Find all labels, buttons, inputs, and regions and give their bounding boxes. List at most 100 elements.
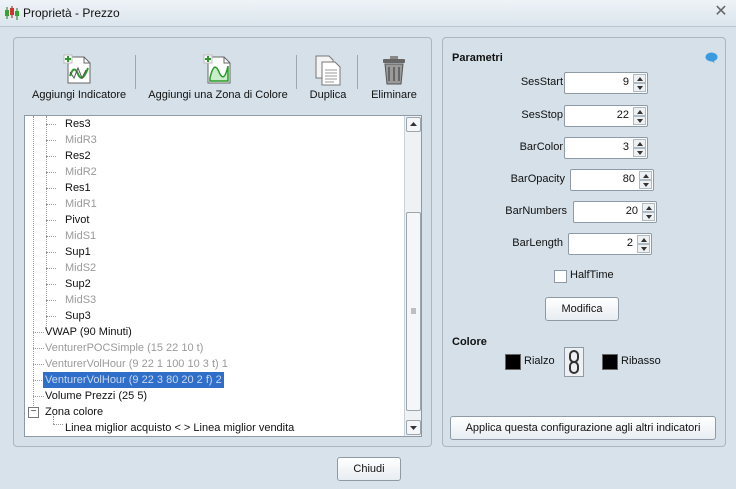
tree-item[interactable]: MidS3 (65, 292, 96, 308)
close-button[interactable]: Chiudi (337, 457, 401, 481)
tree-item[interactable]: Res1 (65, 180, 91, 196)
add-color-zone-icon (203, 54, 231, 84)
tree-connector (46, 124, 56, 125)
window-title: Proprietà - Prezzo (23, 6, 120, 20)
tree-item[interactable]: Linea miglior acquisto < > Linea miglior… (65, 420, 294, 436)
tree-item[interactable]: MidS2 (65, 260, 96, 276)
toolbar-separator (135, 55, 136, 89)
properties-panel: Parametri SesStart 9 SesStop 22 BarColor… (442, 37, 726, 447)
tree-item-selected[interactable]: VenturerVolHour (9 22 3 80 20 2 f) 2 (43, 372, 224, 388)
chevron-up-icon (410, 122, 417, 126)
barlength-label: BarLength (512, 237, 563, 249)
tree-connector (46, 316, 56, 317)
barlength-value: 2 (626, 237, 633, 249)
tree-connector (33, 364, 44, 365)
spin-down-button[interactable] (633, 148, 646, 157)
tree-item[interactable]: Res3 (65, 116, 91, 132)
halftime-label: HalfTime (570, 269, 614, 281)
tree-item[interactable]: MidR3 (65, 132, 97, 148)
sesstop-label: SesStop (521, 109, 563, 121)
scroll-thumb[interactable] (406, 212, 421, 411)
scroll-down-button[interactable] (406, 420, 421, 435)
spin-down-button[interactable] (639, 180, 652, 189)
baropacity-spinner[interactable]: 80 (570, 169, 654, 191)
baropacity-value: 80 (622, 173, 635, 185)
colors-title: Colore (452, 336, 487, 348)
tree-item[interactable]: Sup2 (65, 276, 91, 292)
rise-color-swatch[interactable] (505, 354, 521, 370)
fall-label: Ribasso (621, 355, 661, 367)
toolbar-separator (357, 55, 358, 89)
sesstart-spinner[interactable]: 9 (564, 72, 648, 94)
tree-connector (46, 156, 56, 157)
duplicate-label: Duplica (309, 89, 347, 101)
candlestick-icon (4, 5, 20, 21)
duplicate-icon (315, 55, 341, 86)
tree-item[interactable]: VenturerVolHour (9 22 1 100 10 3 t) 1 (45, 356, 228, 372)
add-color-zone-button[interactable]: Aggiungi una Zona di Colore (147, 54, 289, 101)
halftime-checkbox[interactable] (554, 270, 567, 283)
tree-item[interactable]: VWAP (90 Minuti) (45, 324, 132, 340)
delete-button[interactable]: Eliminare (368, 54, 420, 101)
chain-link-icon[interactable] (564, 347, 584, 377)
spin-up-button[interactable] (642, 203, 655, 212)
spin-down-button[interactable] (637, 244, 650, 253)
scroll-up-button[interactable] (406, 117, 421, 132)
barnumbers-label: BarNumbers (505, 205, 567, 217)
add-indicator-button[interactable]: Aggiungi Indicatore (32, 54, 127, 101)
tree-connector (46, 116, 47, 328)
spin-up-button[interactable] (637, 235, 650, 244)
tree-connector (46, 204, 56, 205)
tree-connector (33, 396, 44, 397)
grip-icon (411, 308, 416, 314)
spin-up-button[interactable] (633, 139, 646, 148)
tree-item[interactable]: Sup3 (65, 308, 91, 324)
apply-to-others-button[interactable]: Applica questa configurazione agli altri… (450, 416, 716, 440)
tree-item[interactable]: MidR1 (65, 196, 97, 212)
indicators-panel: Aggiungi Indicatore Aggiungi una Zona di… (13, 37, 432, 447)
duplicate-button[interactable]: Duplica (305, 54, 351, 101)
tree-item[interactable]: Volume Prezzi (25 5) (45, 388, 147, 404)
spin-up-button[interactable] (633, 107, 646, 116)
tree-item[interactable]: MidR2 (65, 164, 97, 180)
tree-item[interactable]: Res2 (65, 148, 91, 164)
spin-down-button[interactable] (633, 83, 646, 92)
parameters-title: Parametri (452, 52, 503, 64)
rise-label: Rialzo (524, 355, 555, 367)
title-bar: Proprietà - Prezzo ✕ (0, 0, 736, 27)
barlength-spinner[interactable]: 2 (568, 233, 652, 255)
baropacity-label: BarOpacity (510, 173, 565, 185)
delete-label: Eliminare (371, 89, 417, 101)
tree-item[interactable]: VenturerPOCSimple (15 22 10 t) (45, 340, 203, 356)
tree-item[interactable]: MidS1 (65, 228, 96, 244)
sesstop-value: 22 (616, 109, 629, 121)
tree-item[interactable]: Zona colore (45, 404, 103, 420)
chevron-down-icon (410, 426, 417, 430)
tree-connector (46, 220, 56, 221)
tree-connector (33, 332, 44, 333)
sesstop-spinner[interactable]: 22 (564, 105, 648, 127)
spin-down-button[interactable] (633, 116, 646, 125)
spin-up-button[interactable] (633, 74, 646, 83)
collapse-toggle[interactable]: − (28, 407, 39, 418)
sesstart-value: 9 (622, 76, 629, 88)
fall-color-swatch[interactable] (602, 354, 618, 370)
tree-item[interactable]: Pivot (65, 212, 89, 228)
tree-connector (46, 268, 56, 269)
indicator-tree[interactable]: Res3 MidR3 Res2 MidR2 Res1 MidR1 Pivot M… (24, 115, 422, 437)
add-indicator-label: Aggiungi Indicatore (32, 89, 127, 101)
add-color-zone-label: Aggiungi una Zona di Colore (148, 89, 288, 101)
modify-button[interactable]: Modifica (545, 297, 619, 321)
barnumbers-spinner[interactable]: 20 (573, 201, 657, 223)
help-bubble-icon[interactable] (705, 52, 718, 67)
tree-connector (46, 188, 56, 189)
toolbar-separator (296, 55, 297, 89)
sesstart-label: SesStart (520, 76, 563, 88)
tree-item[interactable]: Sup1 (65, 244, 91, 260)
close-icon[interactable]: ✕ (712, 3, 730, 21)
tree-scrollbar[interactable] (404, 116, 421, 436)
spin-down-button[interactable] (642, 212, 655, 221)
barcolor-value: 3 (622, 141, 629, 153)
spin-up-button[interactable] (639, 171, 652, 180)
barcolor-spinner[interactable]: 3 (564, 137, 648, 159)
